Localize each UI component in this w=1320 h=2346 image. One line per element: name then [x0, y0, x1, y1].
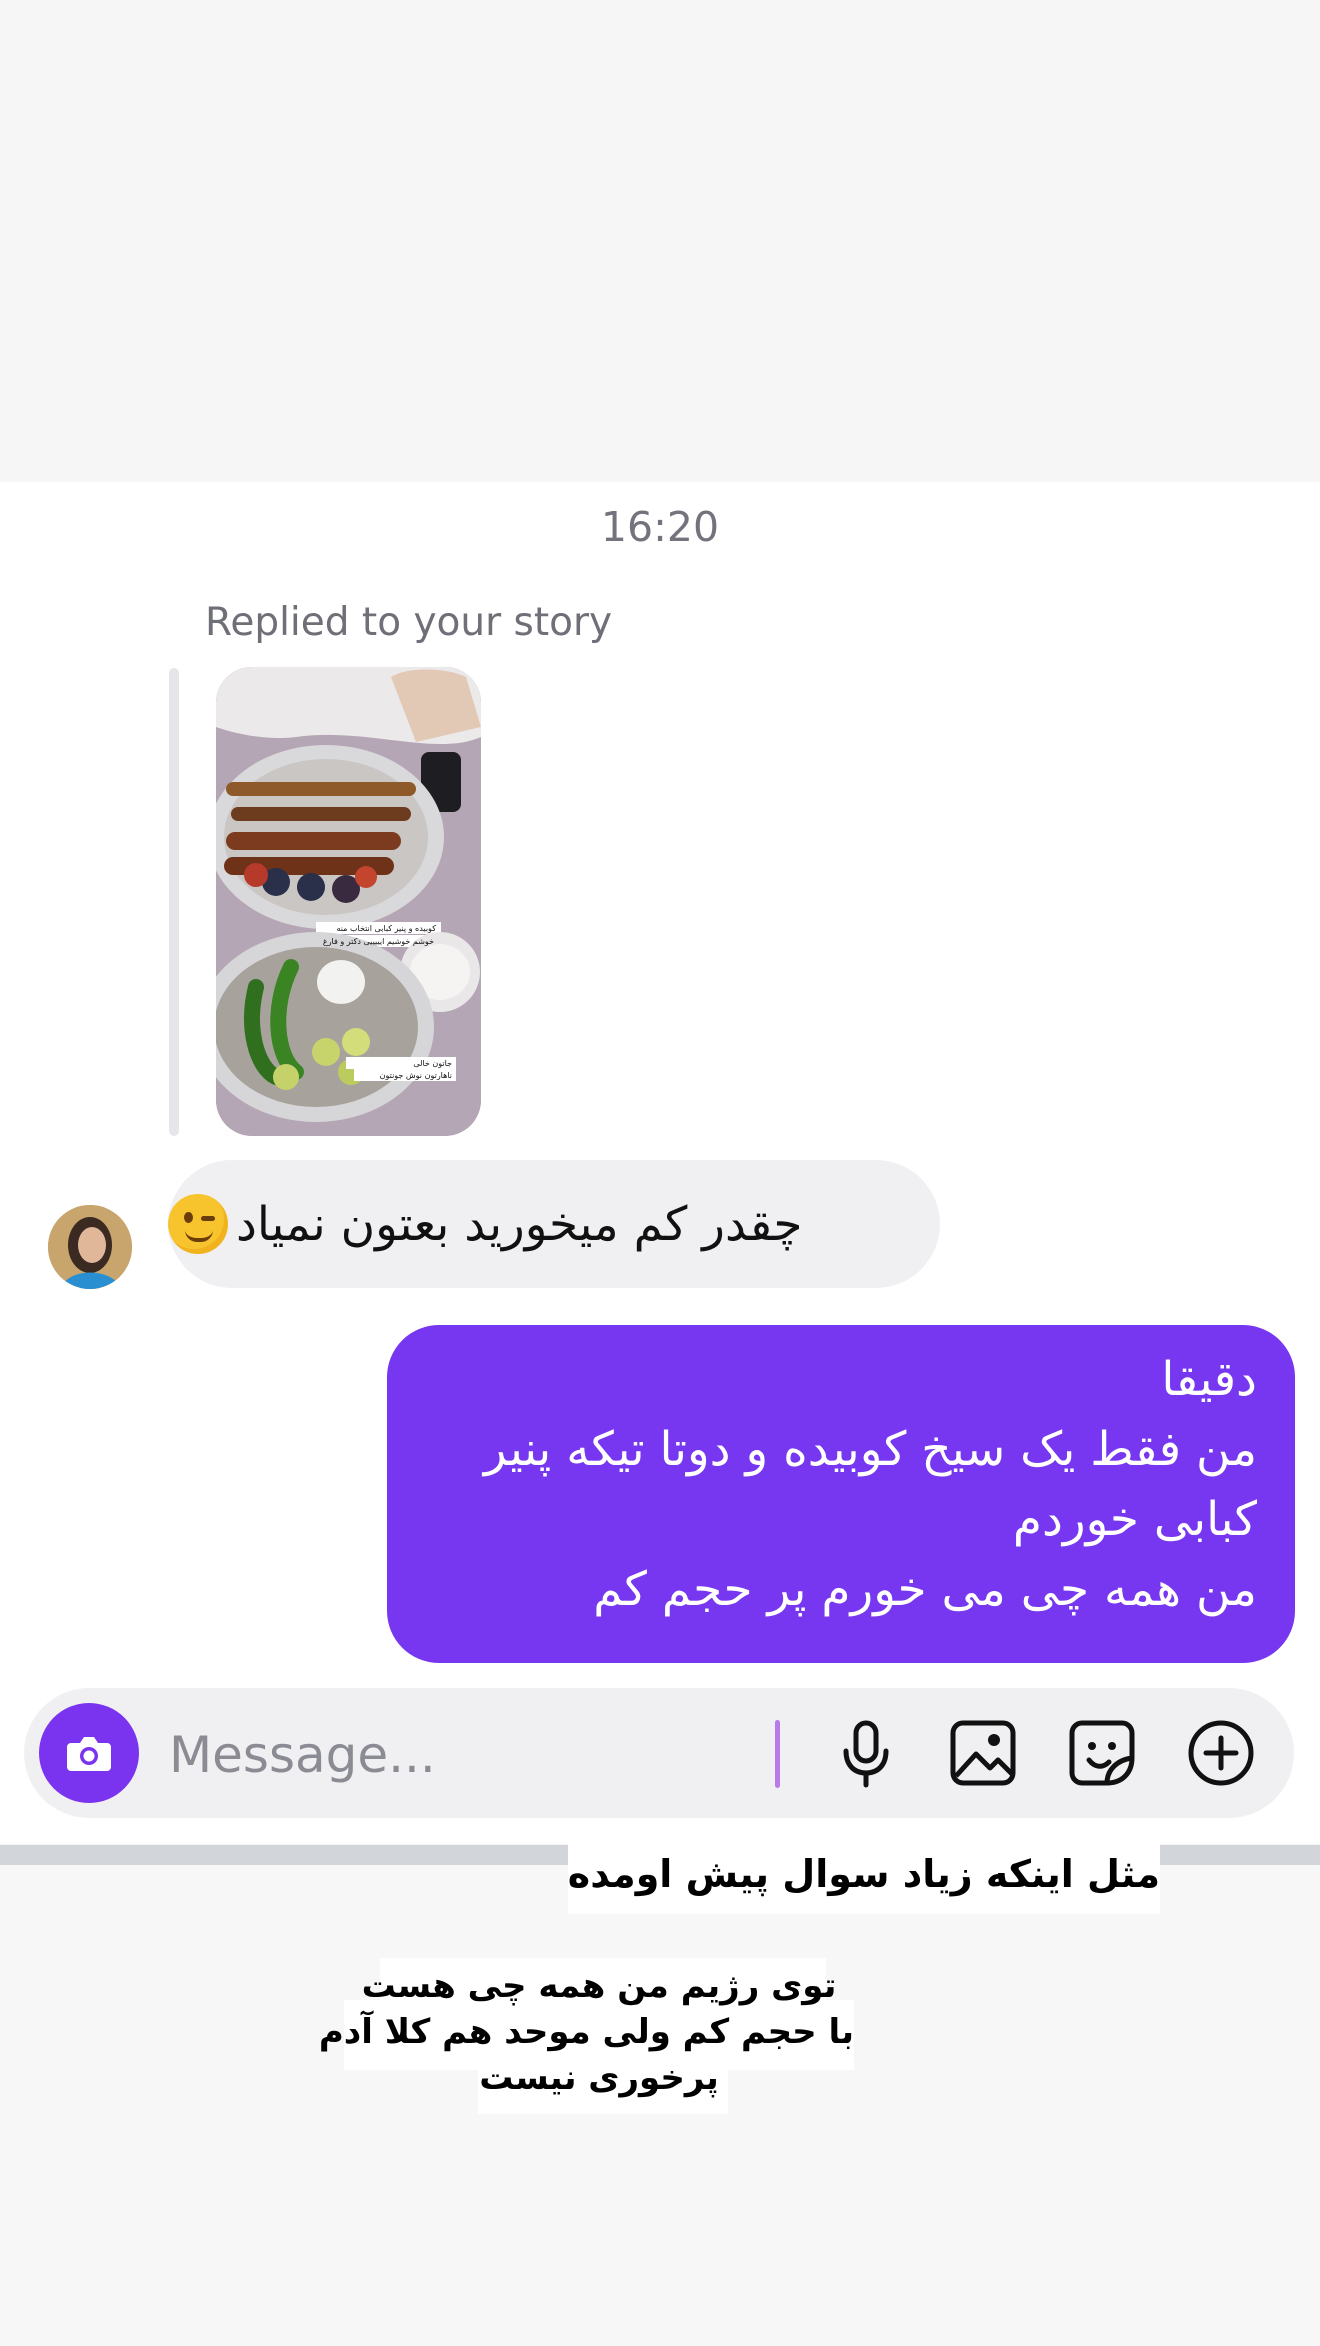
- overlay-body-line: با حجم کم ولی موحد هم کلا آدم: [318, 2012, 854, 2052]
- camera-icon: [67, 1737, 111, 1771]
- story-caption-3: جاتون خالی: [413, 1059, 452, 1068]
- text-caret: [775, 1720, 780, 1788]
- overlay-body-line: توی رژیم من همه چی هست: [361, 1966, 837, 2006]
- story-caption-4: ناهارتون نوش جونتون: [380, 1071, 452, 1080]
- microphone-button[interactable]: [826, 1713, 906, 1793]
- outgoing-line: من فقط یک سیخ کوبیده و دوتا تیکه پنیر: [483, 1422, 1257, 1477]
- incoming-message-text: چقدر کم میخورید بعتون نمیاد: [236, 1196, 803, 1252]
- story-reply-label: Replied to your story: [205, 600, 613, 645]
- outgoing-line: کبابی خوردم: [1012, 1492, 1257, 1547]
- message-timestamp: 16:20: [600, 503, 720, 551]
- top-blank-area: [0, 0, 1320, 482]
- sender-avatar[interactable]: [48, 1205, 132, 1289]
- sticker-icon: [1069, 1720, 1135, 1786]
- microphone-icon: [843, 1720, 889, 1788]
- outgoing-line: من همه چی می خورم پر حجم کم: [593, 1562, 1257, 1617]
- message-composer: Message...: [24, 1688, 1294, 1818]
- plus-icon: [1188, 1720, 1254, 1786]
- story-caption-1: کوبیده و پنیر کبابی انتخاب منه: [336, 924, 436, 933]
- story-thumbnail[interactable]: کوبیده و پنیر کبابی انتخاب منه خوشم خوشی…: [216, 667, 481, 1136]
- winking-face-icon: [168, 1194, 228, 1254]
- more-button[interactable]: [1181, 1713, 1261, 1793]
- reply-indicator-bar: [169, 668, 179, 1136]
- outgoing-message-bubble[interactable]: دقیقا من فقط یک سیخ کوبیده و دوتا تیکه پ…: [387, 1325, 1295, 1663]
- camera-button[interactable]: [39, 1703, 139, 1803]
- story-caption-2: خوشم خوشیم ایییییی دکتر و فارغ: [323, 937, 434, 946]
- message-input[interactable]: Message...: [169, 1726, 436, 1784]
- image-icon: [950, 1720, 1016, 1786]
- overlay-body-line: پرخوری نیست: [479, 2058, 719, 2098]
- gallery-button[interactable]: [943, 1713, 1023, 1793]
- incoming-message-bubble[interactable]: چقدر کم میخورید بعتون نمیاد: [168, 1160, 940, 1288]
- sticker-button[interactable]: [1062, 1713, 1142, 1793]
- outgoing-line: دقیقا: [1161, 1352, 1257, 1407]
- overlay-headline: مثل اینکه زیاد سوال پیش اومده: [567, 1852, 1160, 1896]
